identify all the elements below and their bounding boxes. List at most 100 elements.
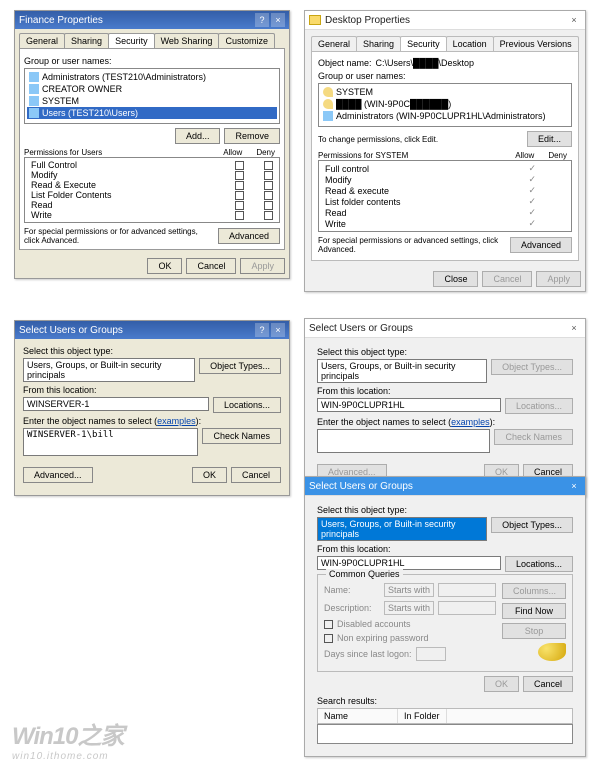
ok-button[interactable]: OK	[484, 676, 519, 692]
tab-general[interactable]: General	[311, 36, 357, 51]
allow-check[interactable]	[235, 201, 244, 210]
desc-mode-select[interactable]: Starts with	[384, 601, 434, 615]
stop-button[interactable]: Stop	[502, 623, 566, 639]
tab-location[interactable]: Location	[446, 36, 494, 51]
help-icon[interactable]: ?	[255, 13, 269, 27]
object-names-input[interactable]	[317, 429, 490, 453]
object-names-input[interactable]	[23, 428, 198, 456]
select-users-advanced-dialog: Select Users or Groups × Select this obj…	[304, 476, 586, 757]
location-label: From this location:	[23, 385, 281, 395]
cancel-button[interactable]: Cancel	[523, 676, 573, 692]
allow-check[interactable]	[235, 161, 244, 170]
locations-button[interactable]: Locations...	[505, 398, 573, 414]
deny-check[interactable]	[264, 201, 273, 210]
list-item: Administrators (TEST210\Administrators)	[27, 71, 277, 83]
group-icon	[29, 72, 39, 82]
object-types-button[interactable]: Object Types...	[199, 358, 281, 374]
examples-link[interactable]: examples	[451, 417, 490, 427]
key-icon	[538, 643, 566, 661]
name-input[interactable]	[438, 583, 496, 597]
titlebar: Desktop Properties ×	[305, 11, 585, 30]
search-results-list[interactable]	[317, 724, 573, 744]
remove-button[interactable]: Remove	[224, 128, 280, 144]
cancel-button[interactable]: Cancel	[231, 467, 281, 483]
close-icon[interactable]: ×	[567, 321, 581, 335]
advanced-button[interactable]: Advanced...	[23, 467, 93, 483]
title: Finance Properties	[19, 15, 103, 26]
location-field: WINSERVER-1	[23, 397, 209, 411]
allow-check[interactable]	[235, 171, 244, 180]
check-names-button[interactable]: Check Names	[494, 429, 573, 445]
location-field: WIN-9P0CLUPR1HL	[317, 556, 501, 570]
close-button[interactable]: Close	[433, 271, 478, 287]
tab-websharing[interactable]: Web Sharing	[154, 33, 220, 48]
title: Select Users or Groups	[19, 325, 123, 336]
allow-check[interactable]	[235, 191, 244, 200]
titlebar: Select Users or Groups ×	[305, 477, 585, 496]
tab-general[interactable]: General	[19, 33, 65, 48]
name-mode-select[interactable]: Starts with	[384, 583, 434, 597]
days-select[interactable]	[416, 647, 446, 661]
object-type-label: Select this object type:	[317, 347, 573, 357]
help-icon[interactable]: ?	[255, 323, 269, 337]
titlebar: Finance Properties ? ×	[15, 11, 289, 29]
list-item: Administrators (WIN-9P0CLUPR1HL\Administ…	[321, 110, 569, 122]
group-icon	[29, 108, 39, 118]
allow-check[interactable]	[235, 211, 244, 220]
locations-button[interactable]: Locations...	[505, 556, 573, 572]
title: Select Users or Groups	[309, 323, 413, 334]
object-type-label: Select this object type:	[317, 505, 573, 515]
edit-button[interactable]: Edit...	[527, 131, 572, 147]
allow-check[interactable]	[235, 181, 244, 190]
deny-check[interactable]	[264, 191, 273, 200]
tab-security[interactable]: Security	[108, 33, 155, 48]
tabs: General Sharing Security Location Previo…	[311, 36, 579, 51]
titlebar: Select Users or Groups ×	[305, 319, 585, 338]
tab-security[interactable]: Security	[400, 36, 447, 51]
advanced-button[interactable]: Advanced	[510, 237, 572, 253]
tab-sharing[interactable]: Sharing	[64, 33, 109, 48]
deny-check[interactable]	[264, 211, 273, 220]
close-icon[interactable]: ×	[567, 479, 581, 493]
ok-button[interactable]: OK	[147, 258, 182, 274]
close-icon[interactable]: ×	[271, 323, 285, 337]
object-types-button[interactable]: Object Types...	[491, 359, 573, 375]
user-icon	[323, 87, 333, 97]
add-button[interactable]: Add...	[175, 128, 221, 144]
select-users-dialog-win10: Select Users or Groups × Select this obj…	[304, 318, 586, 497]
ok-button[interactable]: OK	[192, 467, 227, 483]
check-names-button[interactable]: Check Names	[202, 428, 281, 444]
advanced-button[interactable]: Advanced	[218, 228, 280, 244]
tab-customize[interactable]: Customize	[218, 33, 275, 48]
cancel-button[interactable]: Cancel	[482, 271, 532, 287]
columns-button[interactable]: Columns...	[502, 583, 566, 599]
examples-link[interactable]: examples	[157, 416, 196, 426]
group-label: Group or user names:	[318, 71, 572, 81]
find-now-button[interactable]: Find Now	[502, 603, 566, 619]
user-icon	[323, 99, 333, 109]
close-icon[interactable]: ×	[271, 13, 285, 27]
search-results-header: Name In Folder	[317, 708, 573, 724]
tab-sharing[interactable]: Sharing	[356, 36, 401, 51]
perms-label: Permissions for SYSTEM	[318, 151, 408, 160]
apply-button[interactable]: Apply	[240, 258, 285, 274]
group-label: Group or user names:	[24, 56, 280, 66]
deny-check[interactable]	[264, 181, 273, 190]
list-item: CREATOR OWNER	[27, 83, 277, 95]
deny-check[interactable]	[264, 171, 273, 180]
tab-previous[interactable]: Previous Versions	[493, 36, 579, 51]
user-list[interactable]: Administrators (TEST210\Administrators) …	[24, 68, 280, 124]
col-folder: In Folder	[398, 709, 447, 723]
apply-button[interactable]: Apply	[536, 271, 581, 287]
group-icon	[323, 111, 333, 121]
disabled-accounts-check[interactable]	[324, 620, 333, 629]
close-icon[interactable]: ×	[567, 13, 581, 27]
user-list[interactable]: SYSTEM ████ (WIN-9P0C██████) Administrat…	[318, 83, 572, 127]
cancel-button[interactable]: Cancel	[186, 258, 236, 274]
deny-check[interactable]	[264, 161, 273, 170]
desc-input[interactable]	[438, 601, 496, 615]
non-expiring-check[interactable]	[324, 634, 333, 643]
objname-label: Object name:	[318, 58, 372, 68]
object-types-button[interactable]: Object Types...	[491, 517, 573, 533]
locations-button[interactable]: Locations...	[213, 397, 281, 413]
